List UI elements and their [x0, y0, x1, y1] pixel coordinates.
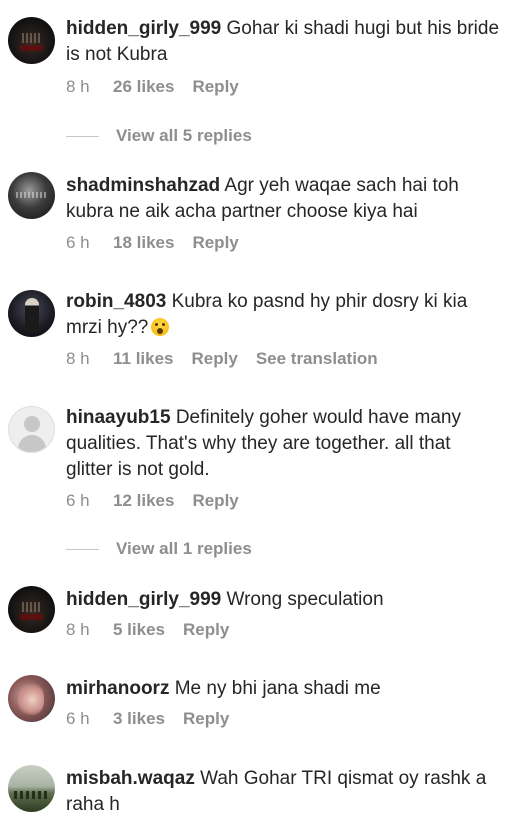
avatar[interactable]: [8, 17, 55, 64]
avatar[interactable]: [8, 172, 55, 219]
reply-button[interactable]: Reply: [192, 490, 238, 512]
comment-text: hidden_girly_999 Gohar ki shadi hugi but…: [66, 16, 501, 68]
timestamp: 8 h: [66, 349, 90, 368]
timestamp: 6 h: [66, 491, 90, 510]
likes-count[interactable]: 5 likes: [113, 619, 165, 641]
username[interactable]: robin_4803: [66, 291, 166, 312]
see-translation-button[interactable]: See translation: [256, 348, 378, 370]
view-replies-button[interactable]: View all 5 replies: [66, 125, 252, 147]
comment-meta: 8 h 5 likes Reply: [66, 619, 247, 641]
comment-text: hidden_girly_999 Wrong speculation: [66, 587, 501, 613]
comment-meta: 6 h 3 likes Reply: [66, 708, 247, 730]
comment-meta: 6 h 12 likes Reply: [66, 490, 257, 512]
username[interactable]: mirhanoorz: [66, 678, 169, 699]
reply-button[interactable]: Reply: [192, 76, 238, 98]
timestamp: 8 h: [66, 620, 90, 639]
username[interactable]: hidden_girly_999: [66, 589, 221, 610]
reply-button[interactable]: Reply: [192, 232, 238, 254]
comment-text: hinaayub15 Definitely goher would have m…: [66, 405, 501, 483]
username[interactable]: shadminshahzad: [66, 175, 220, 196]
default-user-icon[interactable]: [8, 406, 55, 453]
likes-count[interactable]: 11 likes: [113, 348, 174, 370]
reply-button[interactable]: Reply: [192, 348, 238, 370]
reply-button[interactable]: Reply: [183, 708, 229, 730]
view-replies-label: View all 1 replies: [116, 539, 252, 558]
comment-body: Wrong speculation: [226, 589, 384, 610]
comment-text: mirhanoorz Me ny bhi jana shadi me: [66, 676, 501, 702]
likes-count[interactable]: 18 likes: [113, 232, 174, 254]
comment-body: Me ny bhi jana shadi me: [174, 678, 381, 699]
username[interactable]: hinaayub15: [66, 407, 171, 428]
divider: [66, 136, 99, 138]
astonished-face-emoji-icon: [151, 318, 170, 336]
comment-text: misbah.waqaz Wah Gohar TRI qismat oy ras…: [66, 766, 501, 818]
timestamp: 8 h: [66, 77, 90, 96]
divider: [66, 549, 99, 551]
comment-meta: 6 h 18 likes Reply: [66, 232, 257, 254]
user-body-shape: [18, 435, 46, 452]
avatar[interactable]: [8, 675, 55, 722]
comment-text: robin_4803 Kubra ko pasnd hy phir dosry …: [66, 289, 501, 341]
likes-count[interactable]: 12 likes: [113, 490, 174, 512]
comment-meta: 8 h 11 likes Reply See translation: [66, 348, 378, 370]
comment-meta: 8 h 26 likes Reply: [66, 76, 257, 98]
avatar[interactable]: [8, 290, 55, 337]
likes-count[interactable]: 26 likes: [113, 76, 174, 98]
comment-text: shadminshahzad Agr yeh waqae sach hai to…: [66, 173, 501, 225]
username[interactable]: misbah.waqaz: [66, 768, 195, 789]
user-head-shape: [24, 416, 40, 432]
view-replies-label: View all 5 replies: [116, 126, 252, 145]
avatar[interactable]: [8, 765, 55, 812]
likes-count[interactable]: 3 likes: [113, 708, 165, 730]
username[interactable]: hidden_girly_999: [66, 18, 221, 39]
timestamp: 6 h: [66, 709, 90, 728]
timestamp: 6 h: [66, 233, 90, 252]
avatar[interactable]: [8, 586, 55, 633]
view-replies-button[interactable]: View all 1 replies: [66, 538, 252, 560]
reply-button[interactable]: Reply: [183, 619, 229, 641]
